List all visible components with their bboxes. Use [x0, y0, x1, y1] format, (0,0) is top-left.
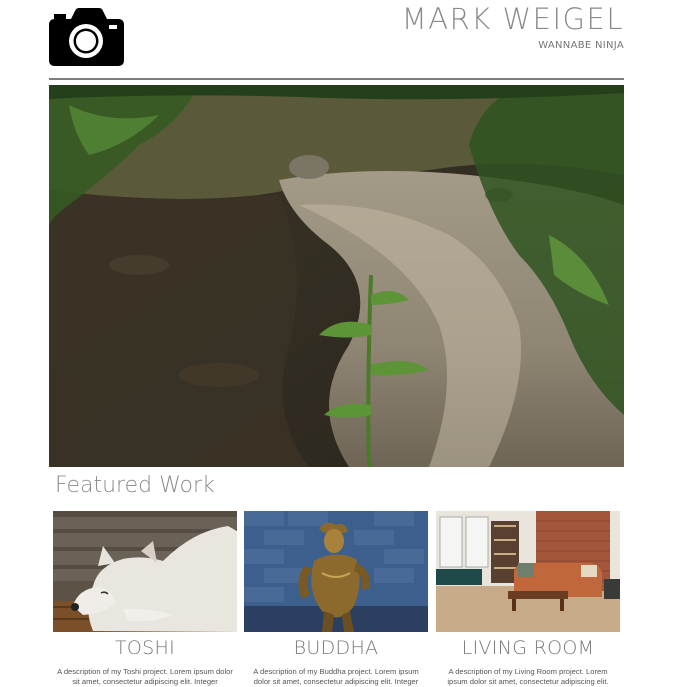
card-title[interactable]: BUDDHA	[244, 636, 428, 660]
featured-card-living-room[interactable]: LIVING ROOM A description of my Living R…	[436, 511, 620, 687]
header-divider	[49, 78, 624, 80]
site-tagline: WANNABE NINJA	[538, 40, 624, 51]
camera-icon[interactable]	[49, 5, 124, 66]
buddha-statue-photo[interactable]	[244, 511, 428, 632]
card-description: A description of my Buddha project. Lore…	[253, 667, 419, 686]
hero-image	[49, 85, 624, 467]
site-title[interactable]: MARK WEIGEL	[402, 2, 624, 36]
card-title[interactable]: LIVING ROOM	[436, 636, 620, 660]
living-room-photo[interactable]	[436, 511, 620, 632]
card-description: A description of my Living Room project.…	[447, 667, 609, 686]
white-dog-photo[interactable]	[53, 511, 237, 632]
featured-heading: Featured Work	[55, 473, 215, 498]
card-title[interactable]: TOSHI	[53, 636, 237, 660]
featured-card-toshi[interactable]: TOSHI A description of my Toshi project.…	[53, 511, 237, 687]
card-description: A description of my Toshi project. Lorem…	[57, 667, 233, 686]
featured-card-buddha[interactable]: BUDDHA A description of my Buddha projec…	[244, 511, 428, 687]
